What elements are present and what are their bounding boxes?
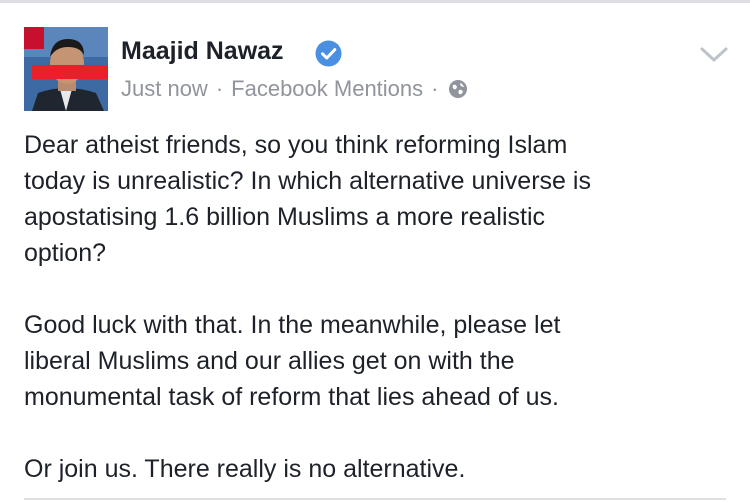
post-timestamp[interactable]: Just now [121,75,208,103]
profile-photo [24,27,108,111]
facebook-post: Maajid Nawaz Just now · Facebook Mention… [0,3,750,502]
post-source[interactable]: Facebook Mentions [231,75,423,103]
post-body: Dear atheist friends, so you think refor… [24,127,724,487]
chevron-down-icon[interactable] [699,43,729,65]
post-divider [24,498,726,500]
verified-badge-icon [315,40,342,67]
post-meta: Just now · Facebook Mentions · [121,75,468,103]
meta-separator: · [431,76,439,101]
post-paragraph: Or join us. There really is no alternati… [24,455,466,483]
post-paragraph: Good luck with that. In the meanwhile, p… [24,311,561,411]
author-name[interactable]: Maajid Nawaz [121,36,284,66]
meta-separator: · [215,76,224,101]
author-avatar[interactable] [24,27,108,111]
post-paragraph: Dear atheist friends, so you think refor… [24,131,591,267]
globe-icon[interactable] [448,79,468,99]
